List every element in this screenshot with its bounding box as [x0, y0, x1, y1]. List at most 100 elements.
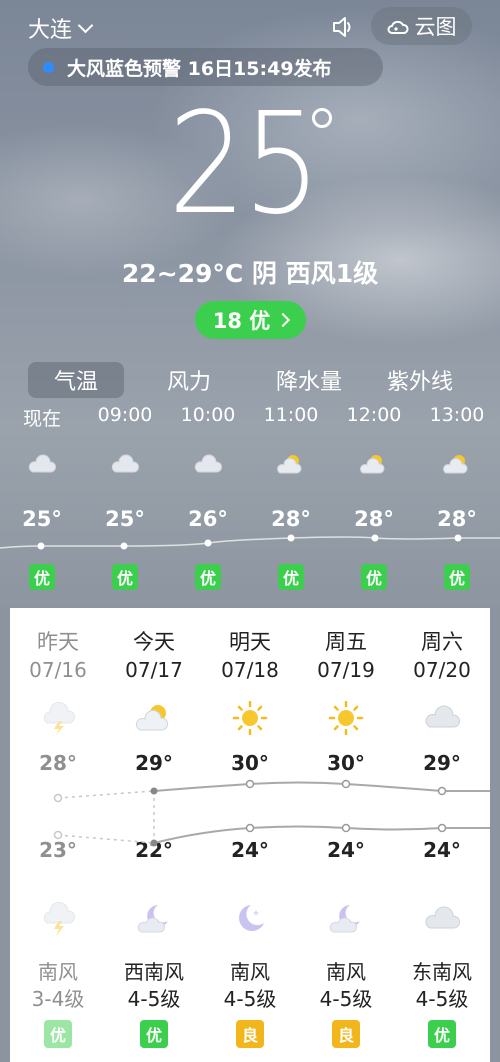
hour-time: 10:00: [180, 404, 236, 426]
day-wind-level: 4-5级: [223, 987, 277, 1011]
high-point: [341, 779, 351, 789]
city-selector[interactable]: 大连: [28, 12, 94, 44]
day-wind-level: 3-4级: [31, 987, 85, 1011]
thunderstorm-icon: [43, 902, 75, 936]
day-high-temp: 30°: [327, 751, 365, 775]
weather-summary: 22~29°C 阴 西风1级: [121, 259, 379, 288]
tab-wind[interactable]: 风力: [124, 362, 254, 398]
hourly-temp-curve: [0, 534, 500, 550]
day-high-temp: 28°: [39, 751, 77, 775]
high-point: [245, 779, 255, 789]
hour-time: 11:00: [263, 404, 319, 426]
low-point: [341, 823, 351, 833]
day-wind: 东南风: [412, 960, 472, 984]
current-temperature: 25: [168, 83, 321, 246]
hour-temp: 26°: [188, 507, 228, 531]
city-name: 大连: [28, 18, 73, 43]
hour-aqi-badge: 优: [195, 564, 221, 590]
day-high-temp: 29°: [135, 751, 173, 775]
hour-aqi-badge: 优: [112, 564, 138, 590]
partly-cloudy-icon: [277, 455, 302, 474]
hour-temp: 28°: [271, 507, 311, 531]
day-name: 今天: [133, 630, 175, 654]
hour-time: 09:00: [97, 404, 153, 426]
day-wind: 西南风: [124, 960, 184, 984]
day-date: 07/20: [413, 658, 471, 682]
cloud-map-label: 云图: [414, 15, 457, 39]
day-name: 明天: [229, 630, 271, 654]
day-date: 07/16: [29, 658, 87, 682]
day-wind-level: 4-5级: [319, 987, 373, 1011]
day-date: 07/17: [125, 658, 183, 682]
cloudy-moon-icon: [329, 905, 360, 933]
hour-aqi-badge: 优: [361, 564, 387, 590]
cloud-icon: [425, 906, 460, 929]
degree-symbol: [312, 108, 332, 128]
high-point: [53, 793, 63, 803]
cloud-icon: [111, 454, 140, 473]
partly-cloudy-icon: [135, 705, 168, 731]
alert-dot-icon: [43, 61, 54, 73]
day-aqi-badge: 优: [44, 1020, 72, 1048]
daily-forecast-card: 昨天 07/16 28° 23° 南风 3-4级 优 今天 07/17 29° …: [10, 608, 490, 1062]
cloud-map-button[interactable]: 云图: [371, 7, 472, 45]
day-aqi-badge: 良: [236, 1020, 264, 1048]
weather-alert-banner[interactable]: 大风蓝色预警 16日15:49发布: [28, 48, 383, 86]
sun-icon: [328, 701, 364, 735]
low-point: [150, 839, 158, 847]
cloud-icon: [194, 454, 223, 473]
day-aqi-badge: 优: [428, 1020, 456, 1048]
curve-point: [454, 534, 462, 542]
alert-text: 大风蓝色预警 16日15:49发布: [67, 57, 332, 80]
day-wind: 南风: [38, 960, 78, 984]
day-name: 周五: [325, 630, 367, 654]
sun-icon: [232, 701, 268, 735]
hour-aqi-badge: 优: [29, 564, 55, 590]
cloud-icon: [425, 705, 460, 728]
tab-precipitation[interactable]: 降水量: [254, 362, 364, 398]
tab-temperature[interactable]: 气温: [28, 362, 124, 398]
chevron-right-icon: [276, 312, 291, 328]
thunderstorm-icon: [43, 702, 75, 735]
partly-cloudy-icon: [443, 455, 468, 474]
day-name: 昨天: [37, 630, 79, 654]
high-point: [437, 786, 447, 796]
low-point: [53, 830, 63, 840]
day-wind: 南风: [230, 960, 270, 984]
curve-point: [287, 534, 295, 542]
day-aqi-badge: 优: [140, 1020, 168, 1048]
day-date: 07/19: [317, 658, 375, 682]
day-wind-level: 4-5级: [127, 987, 181, 1011]
day-high-temp: 30°: [231, 751, 269, 775]
day-name: 周六: [421, 630, 463, 654]
curve-point: [120, 542, 128, 550]
cloud-icon: [28, 454, 57, 473]
day-wind: 南风: [326, 960, 366, 984]
curve-point: [37, 542, 45, 550]
hour-temp: 28°: [354, 507, 394, 531]
high-point: [150, 787, 158, 795]
speaker-icon[interactable]: [330, 14, 356, 40]
hour-time: 现在: [22, 408, 61, 430]
hour-time: 13:00: [429, 404, 485, 426]
curve-point: [204, 539, 212, 547]
aqi-button[interactable]: 18 优: [195, 301, 306, 339]
hourly-tabs: 气温 风力 降水量 紫外线: [28, 362, 478, 398]
hour-aqi-badge: 优: [278, 564, 304, 590]
day-high-temp: 29°: [423, 751, 461, 775]
cloud-map-icon: [387, 20, 408, 34]
hour-temp: 28°: [437, 507, 477, 531]
low-point: [437, 823, 447, 833]
hour-temp: 25°: [22, 507, 62, 531]
tab-uv[interactable]: 紫外线: [364, 362, 476, 398]
moon-icon: [239, 905, 264, 931]
low-point: [245, 823, 255, 833]
hour-temp: 25°: [105, 507, 145, 531]
daily-temp-lines: [53, 779, 490, 847]
chevron-down-icon: [77, 17, 94, 33]
cloudy-moon-icon: [137, 905, 168, 933]
hour-time: 12:00: [346, 404, 402, 426]
curve-point: [371, 534, 379, 542]
aqi-value: 18 优: [212, 309, 271, 333]
day-date: 07/18: [221, 658, 279, 682]
